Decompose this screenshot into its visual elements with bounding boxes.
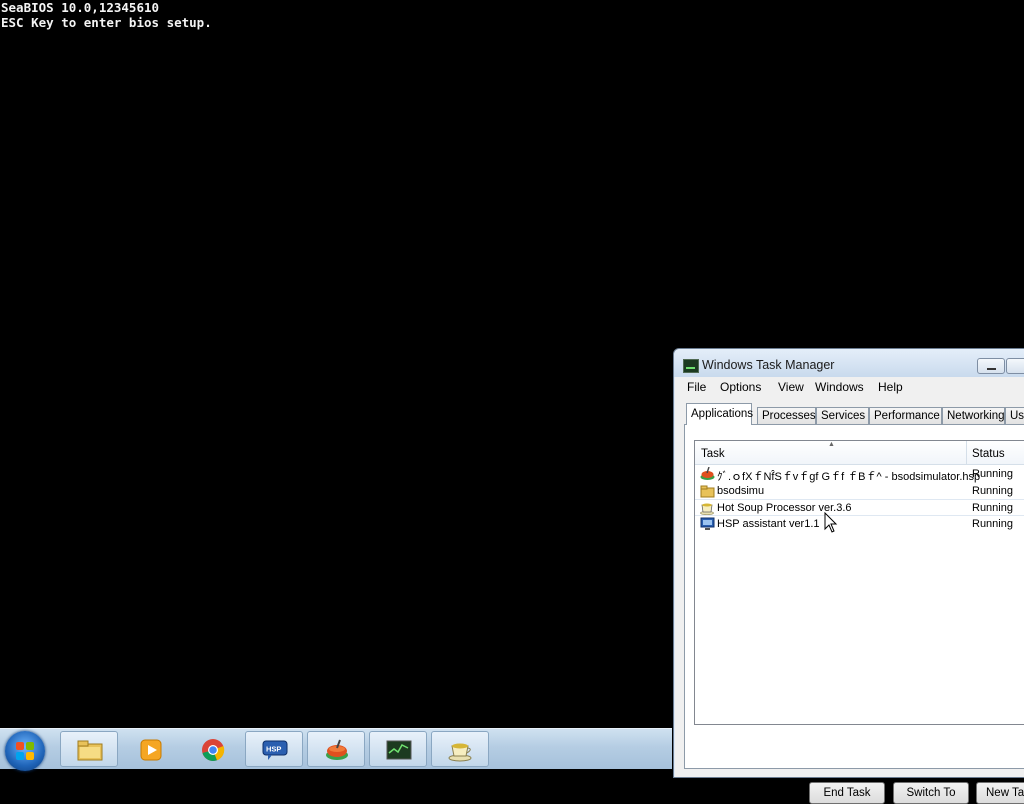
start-button[interactable]: [5, 731, 45, 771]
window-titlebar[interactable]: Windows Task Manager: [674, 349, 1024, 377]
soup-bowl-icon: [700, 467, 715, 480]
list-header: ▲ Task Status: [695, 441, 1024, 465]
folder-icon: [700, 485, 715, 498]
svg-text:HSP: HSP: [266, 745, 281, 754]
folder-icon: [77, 740, 103, 761]
menu-windows[interactable]: Windows: [815, 380, 864, 394]
menu-view[interactable]: View: [778, 380, 804, 394]
taskbar-item-hot-soup-processor[interactable]: [431, 731, 489, 767]
switch-to-button[interactable]: Switch To: [893, 782, 969, 804]
column-header-task[interactable]: Task: [701, 448, 725, 460]
bios-version-line: SeaBIOS 10.0,12345610: [1, 0, 160, 15]
row-status: Running: [972, 485, 1013, 497]
row-task-name: HSP assistant ver1.1: [717, 518, 820, 530]
tab-users[interactable]: Us: [1005, 407, 1024, 424]
taskbar-item-media-player[interactable]: [121, 731, 179, 767]
taskbar-item-chrome[interactable]: [183, 731, 241, 767]
soup-bowl-icon: [326, 739, 348, 760]
row-status: Running: [972, 518, 1013, 530]
table-row[interactable]: ｸﾞ.ｏfXｆNf̂Sｆvｆgf Gｆf ｆBｆ^ - bsodsimulato…: [695, 466, 1024, 483]
media-player-icon: [140, 739, 162, 761]
mouse-cursor-icon: [824, 512, 838, 533]
tea-cup-icon: [700, 503, 714, 515]
tab-processes[interactable]: Processes: [757, 407, 816, 424]
row-status: Running: [972, 468, 1013, 480]
tab-performance[interactable]: Performance: [869, 407, 942, 424]
sort-arrow-icon: ▲: [828, 441, 835, 448]
window-body: Applications Processes Services Performa…: [675, 397, 1024, 804]
task-manager-icon: [683, 359, 699, 373]
taskbar-item-bsod-simulator[interactable]: [307, 731, 365, 767]
table-row[interactable]: Hot Soup Processor ver.3.6 Running: [695, 499, 1024, 516]
hsp-speech-bubble-icon: HSP: [262, 740, 288, 760]
task-manager-window: Windows Task Manager File Options View W…: [673, 348, 1024, 804]
window-title: Windows Task Manager: [702, 358, 835, 372]
column-header-status[interactable]: Status: [972, 448, 1005, 460]
table-row[interactable]: bsodsimu Running: [695, 483, 1024, 500]
row-status: Running: [972, 502, 1013, 514]
taskbar-item-hsp-assistant[interactable]: HSP: [245, 731, 303, 767]
menu-help[interactable]: Help: [878, 380, 903, 394]
tab-services[interactable]: Services: [816, 407, 869, 424]
taskbar-item-explorer[interactable]: [60, 731, 118, 767]
task-manager-icon: [386, 740, 412, 760]
row-task-name: ｸﾞ.ｏfXｆNf̂Sｆvｆgf Gｆf ｆBｆ^ - bsodsimulato…: [717, 471, 981, 483]
bios-setup-line: ESC Key to enter bios setup.: [1, 15, 212, 30]
windows-logo-icon: [16, 742, 34, 760]
row-task-name: bsodsimu: [717, 485, 765, 497]
menu-bar: File Options View Windows Help: [675, 377, 1024, 397]
menu-options[interactable]: Options: [720, 380, 761, 394]
column-separator[interactable]: [966, 441, 967, 464]
taskbar: HSP: [0, 728, 672, 771]
table-row[interactable]: HSP assistant ver1.1 Running: [695, 516, 1024, 533]
monitor-icon: [700, 517, 715, 530]
menu-file[interactable]: File: [687, 380, 706, 394]
minimize-button[interactable]: [977, 358, 1005, 374]
new-task-button[interactable]: New Tas: [976, 782, 1024, 804]
end-task-button[interactable]: End Task: [809, 782, 885, 804]
tab-applications[interactable]: Applications: [686, 403, 753, 425]
applications-list[interactable]: ▲ Task Status ｸﾞ.ｏfXｆNf̂Sｆvｆgf Gｆf ｆBｆ^ …: [694, 440, 1024, 725]
tea-cup-icon: [448, 743, 472, 762]
taskbar-item-task-manager[interactable]: [369, 731, 427, 767]
maximize-button[interactable]: [1006, 358, 1024, 374]
chrome-icon: [202, 739, 225, 762]
bios-text: SeaBIOS 10.0,12345610 ESC Key to enter bi…: [1, 0, 212, 30]
tab-networking[interactable]: Networking: [942, 407, 1005, 424]
